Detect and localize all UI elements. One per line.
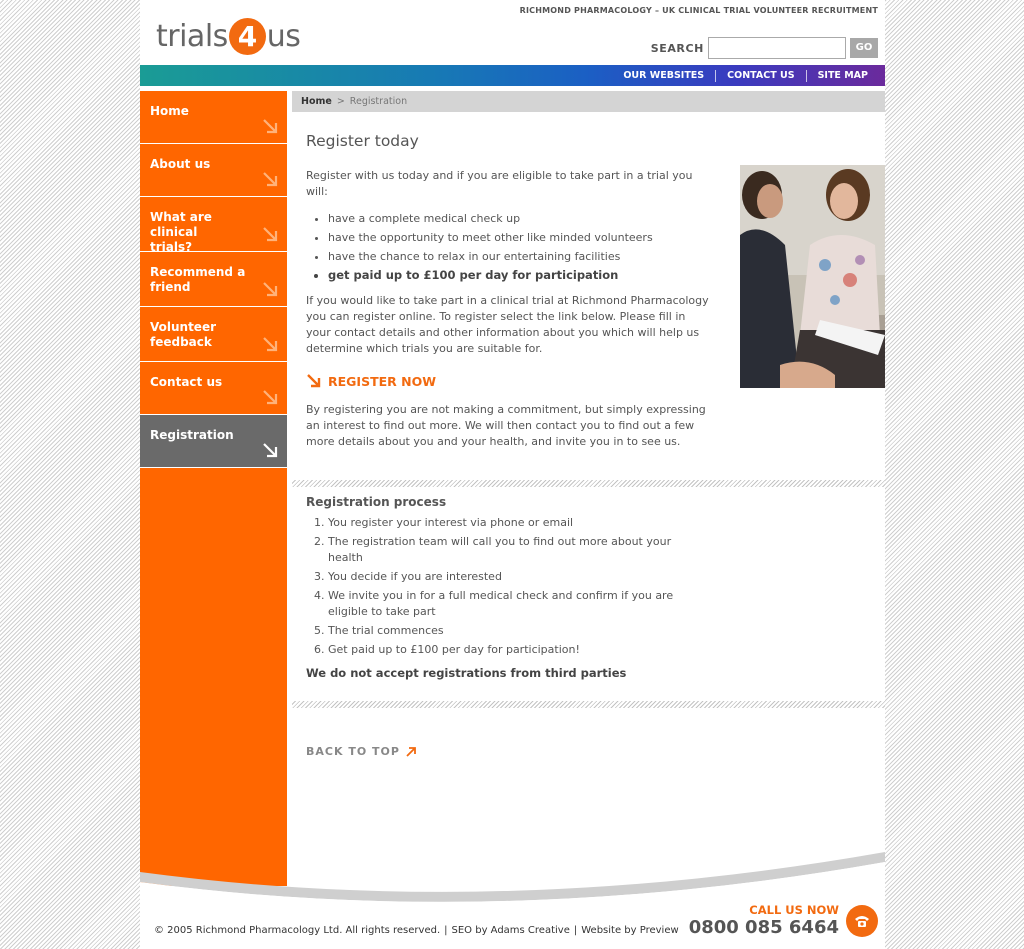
sidebar-item-volunteer-feedback[interactable]: Volunteer feedback: [140, 307, 287, 362]
list-item: Get paid up to £100 per day for particip…: [328, 642, 698, 658]
breadcrumb-separator: >: [336, 96, 345, 107]
search-input[interactable]: [708, 37, 846, 59]
sidebar-item-registration[interactable]: Registration: [140, 415, 287, 468]
top-nav-bar: OUR WEBSITES CONTACT US SITE MAP: [140, 65, 885, 86]
register-now-label: REGISTER NOW: [328, 373, 436, 389]
page-title: Register today: [306, 132, 419, 150]
sidebar-item-recommend-friend[interactable]: Recommend a friend: [140, 252, 287, 307]
nav-contact-us[interactable]: CONTACT US: [715, 69, 805, 82]
footer-copyright: © 2005 Richmond Pharmacology Ltd. All ri…: [154, 925, 679, 936]
arrow-up-right-icon: [406, 746, 416, 757]
sidebar: Home About us What are clinical trials? …: [140, 91, 287, 886]
breadcrumb-home[interactable]: Home: [301, 96, 332, 107]
arrow-down-right-icon: [261, 170, 279, 188]
list-item: You register your interest via phone or …: [328, 515, 698, 531]
register-section: Register today Register with us today an…: [292, 112, 885, 480]
process-title: Registration process: [306, 495, 447, 509]
nav-our-websites[interactable]: OUR WEBSITES: [612, 70, 715, 82]
section-divider: [292, 701, 885, 708]
list-item: You decide if you are interested: [328, 569, 698, 585]
list-item: We invite you in for a full medical chec…: [328, 588, 698, 620]
call-us-block: CALL US NOW 0800 085 6464: [689, 903, 878, 938]
arrow-down-right-icon: [261, 280, 279, 298]
call-us-label: CALL US NOW: [749, 903, 839, 917]
list-item: have a complete medical check up: [328, 209, 718, 228]
sidebar-item-label: Volunteer feedback: [150, 320, 217, 349]
main-content: Home > Registration Register today Registe…: [292, 91, 885, 708]
logo-text-after: us: [266, 18, 301, 54]
process-steps: You register your interest via phone or …: [328, 515, 698, 658]
list-item: have the opportunity to meet other like …: [328, 228, 718, 247]
section-divider: [292, 480, 885, 487]
copyright-text: © 2005 Richmond Pharmacology Ltd. All ri…: [154, 925, 441, 936]
phone-icon: [846, 904, 878, 937]
breadcrumb-current: Registration: [349, 96, 408, 107]
arrow-down-right-icon: [261, 388, 279, 406]
sidebar-item-label: Registration: [150, 428, 234, 442]
volunteers-photo: [740, 165, 885, 388]
logo-text-before: trials: [156, 18, 228, 54]
sidebar-item-label: About us: [150, 157, 211, 171]
trials4us-logo[interactable]: trials 4 us: [156, 14, 301, 58]
nav-site-map[interactable]: SITE MAP: [805, 69, 879, 82]
registration-process-section: Registration process You register your i…: [292, 487, 885, 701]
list-item: The trial commences: [328, 623, 698, 639]
third-party-notice: We do not accept registrations from thir…: [306, 666, 627, 680]
sidebar-item-label: Recommend a friend: [150, 265, 246, 294]
go-button[interactable]: GO: [850, 38, 878, 58]
search-label: SEARCH: [650, 41, 704, 55]
footer-curve: [140, 852, 885, 905]
site-tagline: RICHMOND PHARMACOLOGY – UK CLINICAL TRIA…: [519, 6, 878, 15]
arrow-down-right-icon: [261, 441, 279, 459]
sidebar-item-about-us[interactable]: About us: [140, 144, 287, 197]
list-item: get paid up to £100 per day for particip…: [328, 266, 718, 285]
footer-separator: |: [444, 925, 448, 936]
sidebar-item-label: Home: [150, 104, 189, 118]
online-register-text: If you would like to take part in a clin…: [306, 294, 709, 355]
list-item: have the chance to relax in our entertai…: [328, 247, 718, 266]
commitment-text: By registering you are not making a comm…: [306, 403, 706, 448]
page: RICHMOND PHARMACOLOGY – UK CLINICAL TRIA…: [140, 0, 885, 949]
arrow-down-right-icon: [307, 374, 321, 388]
seo-link[interactable]: SEO by Adams Creative: [452, 925, 570, 936]
search-form: SEARCH GO: [651, 37, 878, 59]
benefits-list: have a complete medical check up have th…: [328, 209, 718, 285]
sidebar-item-clinical-trials[interactable]: What are clinical trials?: [140, 197, 287, 254]
intro-text: Register with us today and if you are el…: [306, 169, 693, 198]
back-to-top-label: BACK TO TOP: [306, 745, 400, 758]
website-by-link[interactable]: Website by Preview: [581, 925, 678, 936]
arrow-down-right-icon: [261, 335, 279, 353]
sidebar-item-home[interactable]: Home: [140, 91, 287, 144]
list-item: The registration team will call you to f…: [328, 534, 698, 566]
sidebar-item-contact-us[interactable]: Contact us: [140, 362, 287, 415]
sidebar-item-label: What are clinical trials?: [150, 210, 212, 254]
arrow-down-right-icon: [261, 225, 279, 243]
breadcrumb: Home > Registration: [292, 91, 885, 112]
arrow-down-right-icon: [261, 117, 279, 135]
phone-number[interactable]: 0800 085 6464: [689, 917, 839, 938]
sidebar-item-label: Contact us: [150, 375, 223, 389]
logo-digit: 4: [228, 17, 266, 55]
back-to-top-link[interactable]: BACK TO TOP: [306, 745, 417, 758]
footer-separator: |: [573, 925, 578, 936]
